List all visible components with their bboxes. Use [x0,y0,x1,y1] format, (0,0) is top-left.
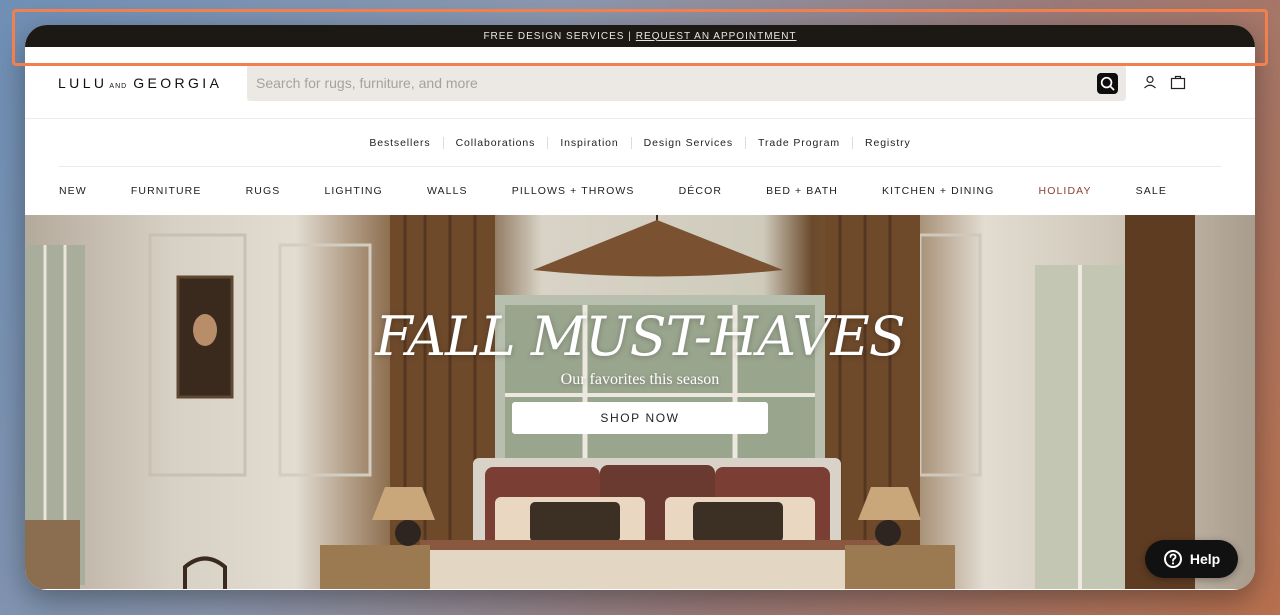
logo-word-lulu: LULU [58,75,108,91]
account-icon[interactable] [1142,74,1158,90]
shop-now-button[interactable]: SHOP NOW [512,402,768,434]
search-icon [1100,76,1115,90]
main-nav: NEW FURNITURE RUGS LIGHTING WALLS PILLOW… [25,167,1255,215]
help-button[interactable]: Help [1145,540,1238,578]
logo-word-georgia: GEORGIA [133,75,223,91]
request-appointment-link[interactable]: REQUEST AN APPOINTMENT [636,31,797,42]
nav-inspiration[interactable]: Inspiration [547,136,630,149]
nav-collaborations[interactable]: Collaborations [442,136,548,149]
hero-subtitle: Our favorites this season [560,371,720,388]
logo[interactable]: LULU AND GEORGIA [58,75,222,91]
nav-bestsellers[interactable]: Bestsellers [357,137,442,149]
help-icon [1163,550,1182,568]
hero-banner[interactable]: FALL MUST-HAVES Our favorites this seaso… [25,215,1255,589]
search-input[interactable] [247,65,1097,101]
site-header: LULU AND GEORGIA [25,47,1255,119]
hero-title: FALL MUST-HAVES [375,305,906,368]
nav-bed-bath[interactable]: BED + BATH [766,185,838,197]
nav-design-services[interactable]: Design Services [630,136,745,149]
search-bar [247,65,1126,101]
logo-word-and: AND [109,83,128,90]
nav-walls[interactable]: WALLS [427,185,468,197]
nav-holiday[interactable]: HOLIDAY [1039,185,1092,197]
secondary-nav: Bestsellers Collaborations Inspiration D… [59,119,1221,167]
search-button[interactable] [1097,72,1118,94]
promo-text: FREE DESIGN SERVICES | [483,30,632,42]
nav-kitchen-dining[interactable]: KITCHEN + DINING [882,185,994,197]
bag-icon[interactable] [1170,74,1186,90]
nav-new[interactable]: NEW [59,185,87,197]
nav-furniture[interactable]: FURNITURE [131,185,202,197]
nav-registry[interactable]: Registry [851,136,923,149]
nav-pillows-throws[interactable]: PILLOWS + THROWS [512,185,635,197]
help-label: Help [1189,551,1221,567]
browser-window: FREE DESIGN SERVICES | REQUEST AN APPOIN… [25,25,1255,590]
nav-lighting[interactable]: LIGHTING [324,185,382,197]
nav-sale[interactable]: SALE [1136,185,1167,197]
nav-trade-program[interactable]: Trade Program [745,136,852,149]
promo-bar: FREE DESIGN SERVICES | REQUEST AN APPOIN… [25,25,1255,47]
nav-rugs[interactable]: RUGS [246,185,281,197]
nav-decor[interactable]: DÉCOR [679,185,722,197]
